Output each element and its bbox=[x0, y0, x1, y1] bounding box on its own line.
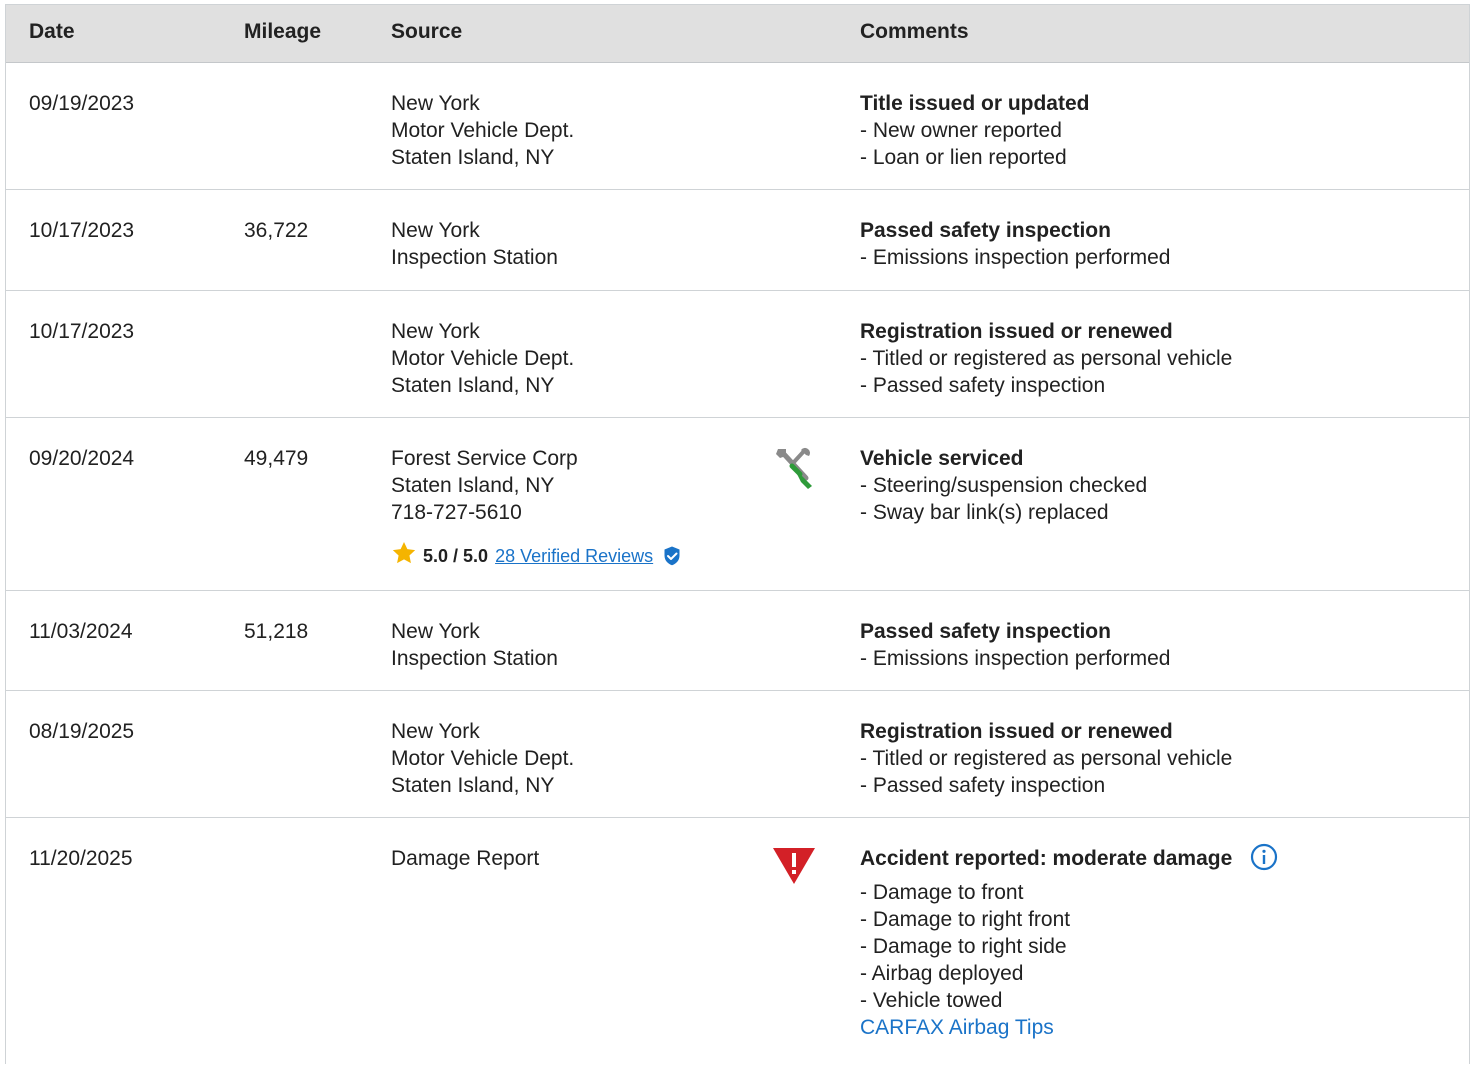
row-source: New York Inspection Station bbox=[391, 618, 558, 672]
comment-item: - Passed safety inspection bbox=[860, 774, 1106, 797]
source-line: Staten Island, NY bbox=[391, 374, 555, 397]
comment-item: - Airbag deployed bbox=[860, 962, 1024, 986]
source-line: New York bbox=[391, 320, 480, 343]
shop-rating: 5.0 / 5.0 28 Verified Reviews bbox=[391, 540, 681, 571]
damage-warning-icon bbox=[772, 848, 816, 891]
airbag-tips-link[interactable]: CARFAX Airbag Tips bbox=[860, 1014, 1278, 1041]
row-date: 11/03/2024 bbox=[29, 620, 133, 643]
row-date: 10/17/2023 bbox=[29, 219, 135, 242]
wrench-screwdriver-icon bbox=[772, 446, 820, 497]
row-source: New York Motor Vehicle Dept. Staten Isla… bbox=[391, 90, 574, 171]
comment-item: - Emissions inspection performed bbox=[860, 246, 1171, 269]
header-mileage: Mileage bbox=[244, 20, 322, 43]
header-comments: Comments bbox=[860, 20, 969, 43]
comment-item: - Damage to right side bbox=[860, 935, 1067, 959]
comment-item: - Sway bar link(s) replaced bbox=[860, 501, 1109, 524]
source-line: Staten Island, NY bbox=[391, 146, 555, 169]
header-date: Date bbox=[29, 20, 75, 43]
row-comments: Passed safety inspection - Emissions ins… bbox=[860, 217, 1170, 271]
rating-score: 5.0 / 5.0 bbox=[423, 545, 489, 566]
star-icon bbox=[391, 540, 417, 571]
row-source: New York Inspection Station bbox=[391, 217, 558, 271]
row-date: 08/19/2025 bbox=[29, 720, 135, 743]
row-comments: Title issued or updated - New owner repo… bbox=[860, 90, 1089, 171]
table-row: 09/20/2024 49,479 Forest Service Corp St… bbox=[6, 418, 1469, 591]
source-line: New York bbox=[391, 92, 480, 115]
row-comments: Passed safety inspection - Emissions ins… bbox=[860, 618, 1170, 672]
source-line: New York bbox=[391, 620, 480, 643]
source-line: Forest Service Corp bbox=[391, 447, 578, 470]
comment-title: Passed safety inspection bbox=[860, 219, 1111, 242]
accident-title-wrap: Accident reported: moderate damage bbox=[860, 843, 1278, 873]
table-row: 11/20/2025 Damage Report Accident report… bbox=[6, 818, 1469, 1078]
comment-title: Accident reported: moderate damage bbox=[860, 847, 1233, 870]
table-row: 09/19/2023 New York Motor Vehicle Dept. … bbox=[6, 63, 1469, 190]
source-line: New York bbox=[391, 219, 480, 242]
vehicle-history-table: Date Mileage Source Comments 09/19/2023 … bbox=[5, 4, 1470, 1064]
table-row: 08/19/2025 New York Motor Vehicle Dept. … bbox=[6, 691, 1469, 818]
source-line: Motor Vehicle Dept. bbox=[391, 347, 575, 370]
source-line: Inspection Station bbox=[391, 647, 558, 670]
comment-item: - Passed safety inspection bbox=[860, 374, 1106, 397]
source-line: Staten Island, NY bbox=[391, 774, 555, 797]
row-date: 09/20/2024 bbox=[29, 447, 135, 470]
comment-item: - Loan or lien reported bbox=[860, 146, 1067, 169]
source-line: Staten Island, NY bbox=[391, 474, 555, 497]
comment-title: Passed safety inspection bbox=[860, 620, 1111, 643]
comment-item: - Steering/suspension checked bbox=[860, 474, 1148, 497]
comment-item: - Damage to right front bbox=[860, 908, 1071, 932]
row-date: 11/20/2025 bbox=[29, 847, 133, 870]
header-source: Source bbox=[391, 20, 463, 43]
table-row: 10/17/2023 36,722 New York Inspection St… bbox=[6, 190, 1469, 291]
row-mileage: 51,218 bbox=[244, 620, 309, 643]
row-source: Forest Service Corp Staten Island, NY 71… bbox=[391, 445, 681, 571]
row-source: New York Motor Vehicle Dept. Staten Isla… bbox=[391, 718, 574, 799]
row-comments: Registration issued or renewed - Titled … bbox=[860, 318, 1232, 399]
info-icon[interactable] bbox=[1250, 843, 1278, 871]
row-source: Damage Report bbox=[391, 845, 539, 872]
row-mileage: 36,722 bbox=[244, 219, 309, 242]
comment-item: - Emissions inspection performed bbox=[860, 647, 1171, 670]
comment-title: Registration issued or renewed bbox=[860, 720, 1173, 743]
verified-shield-icon bbox=[663, 546, 681, 566]
row-comments: Registration issued or renewed - Titled … bbox=[860, 718, 1232, 799]
row-source: New York Motor Vehicle Dept. Staten Isla… bbox=[391, 318, 574, 399]
comment-item: - Titled or registered as personal vehic… bbox=[860, 347, 1233, 370]
row-comments: Vehicle serviced - Steering/suspension c… bbox=[860, 445, 1147, 526]
comment-item: - New owner reported bbox=[860, 119, 1062, 142]
source-line: Damage Report bbox=[391, 847, 540, 870]
source-line: New York bbox=[391, 720, 480, 743]
row-mileage: 49,479 bbox=[244, 447, 309, 470]
row-comments: Accident reported: moderate damage - Dam… bbox=[860, 843, 1278, 1041]
verified-reviews-link[interactable]: 28 Verified Reviews bbox=[495, 545, 653, 567]
comment-item: - Titled or registered as personal vehic… bbox=[860, 747, 1233, 770]
source-line: Motor Vehicle Dept. bbox=[391, 119, 575, 142]
table-row: 10/17/2023 New York Motor Vehicle Dept. … bbox=[6, 291, 1469, 418]
comment-title: Vehicle serviced bbox=[860, 447, 1024, 470]
table-header: Date Mileage Source Comments bbox=[6, 5, 1469, 63]
comment-title: Registration issued or renewed bbox=[860, 320, 1173, 343]
row-date: 09/19/2023 bbox=[29, 92, 135, 115]
comment-title: Title issued or updated bbox=[860, 92, 1090, 115]
source-line: 718-727-5610 bbox=[391, 501, 522, 524]
comment-item: - Vehicle towed bbox=[860, 989, 1003, 1013]
row-date: 10/17/2023 bbox=[29, 320, 135, 343]
table-row: 11/03/2024 51,218 New York Inspection St… bbox=[6, 591, 1469, 691]
comment-item: - Damage to front bbox=[860, 881, 1024, 905]
source-line: Inspection Station bbox=[391, 246, 558, 269]
source-line: Motor Vehicle Dept. bbox=[391, 747, 575, 770]
